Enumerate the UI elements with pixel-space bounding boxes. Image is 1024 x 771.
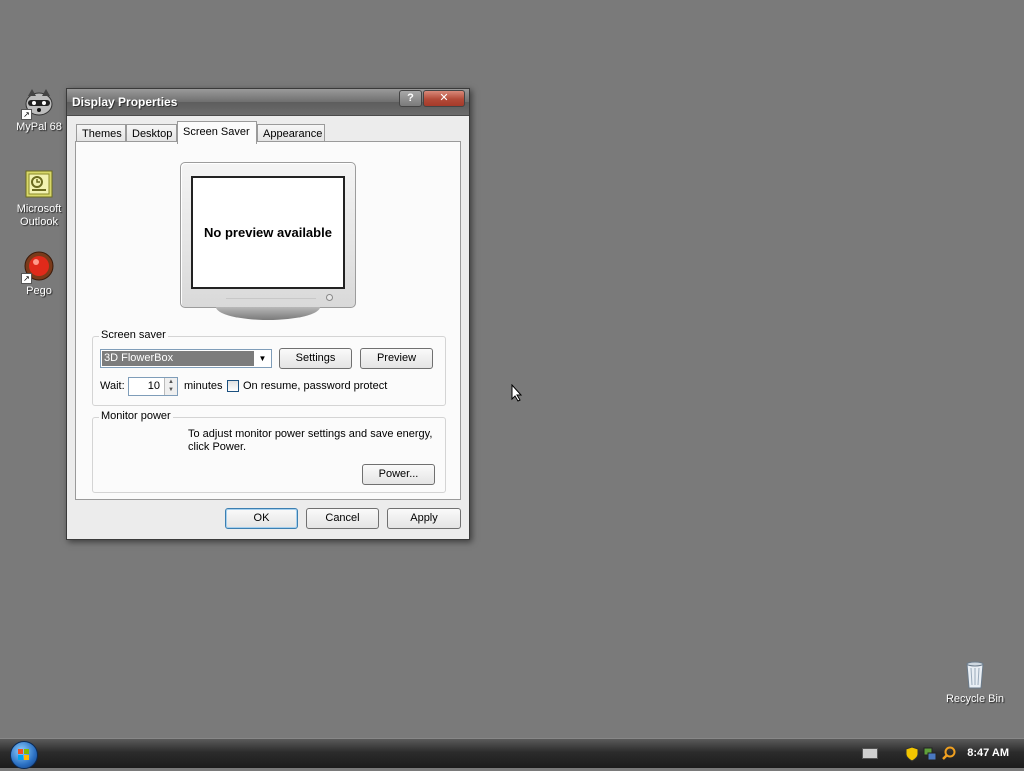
title-bar[interactable]: Display Properties ? ✕ xyxy=(67,89,469,116)
monitor-stand xyxy=(216,307,320,320)
desktop-icon-pego[interactable]: ↗ Pego xyxy=(4,250,74,298)
window-title: Display Properties xyxy=(72,95,178,109)
tab-screen-saver[interactable]: Screen Saver xyxy=(177,121,257,144)
desktop-icon-outlook[interactable]: Microsoft Outlook xyxy=(4,168,74,229)
chevron-down-icon[interactable]: ▼ xyxy=(255,351,270,366)
wait-minutes-value: 10 xyxy=(147,380,160,392)
screen-saver-select[interactable]: 3D FlowerBox ▼ xyxy=(100,349,272,368)
screen-saver-group: Screen saver 3D FlowerBox ▼ Settings Pre… xyxy=(92,329,446,406)
taskbar: 8:47 AM xyxy=(0,738,1024,769)
desktop-icon-label: Microsoft Outlook xyxy=(16,203,62,228)
settings-button[interactable]: Settings xyxy=(279,348,352,369)
preview-button[interactable]: Preview xyxy=(360,348,433,369)
clock[interactable]: 8:47 AM xyxy=(967,747,1009,759)
raccoon-icon: ↗ xyxy=(21,86,55,120)
outlook-icon xyxy=(23,168,55,200)
apply-button[interactable]: Apply xyxy=(387,508,461,529)
screen-saver-group-label: Screen saver xyxy=(99,329,168,341)
desktop-icon-mypal[interactable]: ↗ MyPal 68 xyxy=(4,86,74,134)
desktop-icon-recycle-bin[interactable]: Recycle Bin xyxy=(940,658,1010,706)
network-icon[interactable] xyxy=(923,746,937,762)
search-icon[interactable] xyxy=(941,745,957,761)
monitor-power-description: To adjust monitor power settings and sav… xyxy=(188,428,433,453)
monitor-power-group-label: Monitor power xyxy=(99,410,173,422)
desktop-icon-label: Pego xyxy=(26,285,52,297)
shield-icon[interactable] xyxy=(905,746,919,762)
preview-screen: No preview available xyxy=(191,176,345,289)
minutes-label: minutes xyxy=(184,380,223,392)
spin-up-icon[interactable]: ▲ xyxy=(165,378,177,386)
pego-icon: ↗ xyxy=(21,250,55,284)
monitor-power-led-icon xyxy=(326,294,333,301)
monitor-preview: No preview available xyxy=(180,162,356,308)
screen-saver-selected-value: 3D FlowerBox xyxy=(102,351,254,366)
ok-button[interactable]: OK xyxy=(225,508,298,529)
password-protect-label[interactable]: On resume, password protect xyxy=(243,380,387,392)
screen-saver-panel: No preview available Screen saver 3D Flo… xyxy=(75,141,461,500)
wait-label: Wait: xyxy=(100,380,125,392)
wait-minutes-stepper[interactable]: 10 ▲ ▼ xyxy=(128,377,178,396)
windows-logo-icon xyxy=(18,749,29,760)
desktop-icon-label: MyPal 68 xyxy=(16,121,62,133)
spin-control[interactable]: ▲ ▼ xyxy=(164,378,177,395)
cancel-button[interactable]: Cancel xyxy=(306,508,379,529)
monitor-power-group: Monitor power To adjust monitor power se… xyxy=(92,410,446,493)
spin-down-icon[interactable]: ▼ xyxy=(165,386,177,394)
recycle-bin-icon xyxy=(959,658,991,690)
start-button[interactable] xyxy=(10,741,38,769)
help-button[interactable]: ? xyxy=(399,90,422,107)
power-button[interactable]: Power... xyxy=(362,464,435,485)
desktop-icon-label: Recycle Bin xyxy=(945,693,1005,705)
desktop: ↗ MyPal 68 Microsoft Outlook ↗ Pego Recy… xyxy=(0,0,1024,738)
mouse-cursor-icon xyxy=(511,384,523,402)
display-properties-window: Display Properties ? ✕ Themes Desktop Sc… xyxy=(66,88,470,540)
password-protect-checkbox[interactable] xyxy=(227,380,239,392)
close-button[interactable]: ✕ xyxy=(423,90,465,107)
keyboard-icon[interactable] xyxy=(862,748,878,759)
monitor-slot xyxy=(226,298,316,302)
